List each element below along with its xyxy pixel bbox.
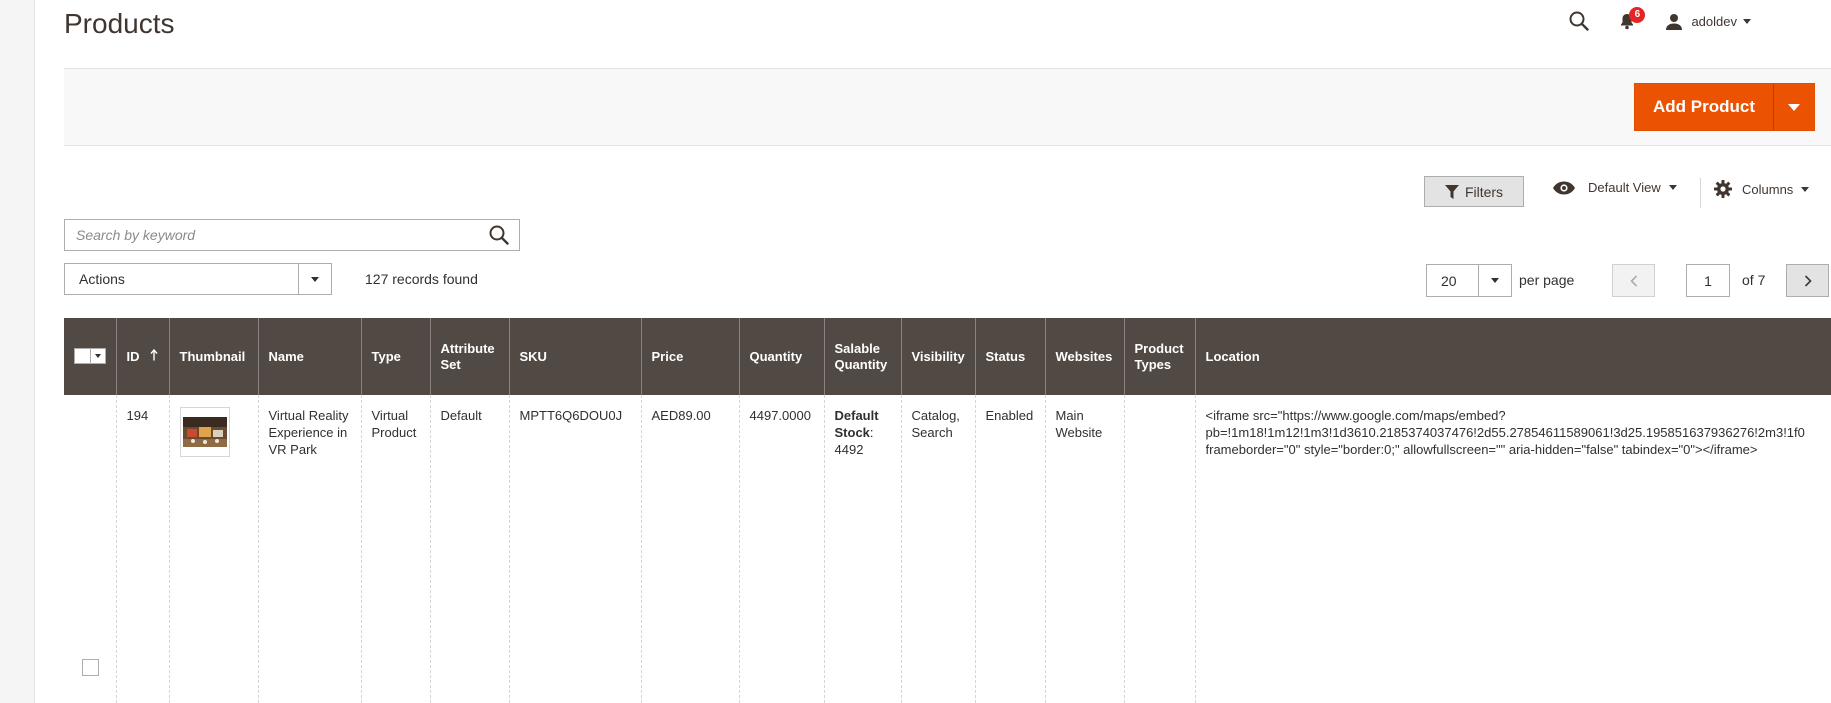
- notifications-button[interactable]: 6: [1619, 6, 1646, 30]
- location-line: <iframe src="https://www.google.com/maps…: [1205, 408, 1506, 423]
- chevron-down-icon: [311, 276, 319, 282]
- cell-id: 194: [115, 395, 169, 703]
- sort-ascending-icon: [149, 348, 158, 360]
- records-found-count: 127 records found: [365, 271, 478, 287]
- cell-location: <iframe src="https://www.google.com/maps…: [1194, 395, 1831, 703]
- dropdown-arrow: [1478, 265, 1511, 296]
- mass-select-control[interactable]: [74, 347, 106, 364]
- cell-visibility: Catalog, Search: [900, 395, 975, 703]
- cell-price: AED89.00: [640, 395, 739, 703]
- add-product-button[interactable]: Add Product: [1635, 84, 1773, 130]
- add-product-type-toggle[interactable]: [1773, 84, 1814, 130]
- product-thumbnail[interactable]: [179, 407, 230, 457]
- columns-dropdown[interactable]: Columns: [1714, 180, 1810, 198]
- cell-salable-quantity: Default Stock: 4492: [823, 395, 901, 703]
- user-menu-button[interactable]: adoldev: [1665, 13, 1751, 30]
- notifications-count-badge: 6: [1629, 6, 1646, 23]
- chevron-left-icon: [1629, 274, 1637, 287]
- salable-stock-label: Default Stock: [834, 408, 879, 440]
- salable-stock-value: 4492: [834, 442, 864, 457]
- column-header-status[interactable]: Status: [974, 318, 1045, 395]
- per-page-label: per page: [1519, 272, 1575, 288]
- cell-quantity: 4497.0000: [738, 395, 824, 703]
- select-all-header: [64, 318, 116, 395]
- search-icon: [489, 225, 509, 245]
- eye-icon: [1553, 181, 1575, 194]
- dropdown-arrow: [298, 264, 331, 294]
- table-header-row: ID Thumbnail Name Type Attribute Set SKU…: [64, 318, 1831, 395]
- page-title: Products: [64, 8, 175, 39]
- add-product-split-button: Add Product: [1634, 83, 1815, 131]
- column-header-product-types[interactable]: Product Types: [1123, 318, 1195, 395]
- global-search-button[interactable]: [1569, 11, 1590, 31]
- filter-icon: [1444, 184, 1459, 199]
- chevron-down-icon: [1801, 186, 1810, 192]
- per-page-value: 20: [1441, 272, 1457, 289]
- column-header-quantity[interactable]: Quantity: [738, 318, 824, 395]
- chevron-down-icon: [1788, 103, 1800, 111]
- cell-attribute-set: Default: [429, 395, 509, 703]
- column-header-attribute-set[interactable]: Attribute Set: [429, 318, 509, 395]
- column-header-thumbnail[interactable]: Thumbnail: [168, 318, 258, 395]
- filters-button[interactable]: Filters: [1424, 176, 1524, 207]
- username-label: adoldev: [1691, 13, 1737, 29]
- column-header-salable-quantity[interactable]: Salable Quantity: [823, 318, 901, 395]
- user-icon: [1666, 13, 1683, 30]
- gear-icon: [1714, 180, 1732, 198]
- column-header-price[interactable]: Price: [640, 318, 739, 395]
- chevron-down-icon: [95, 353, 101, 358]
- select-all-checkbox[interactable]: [75, 349, 90, 362]
- current-page-input[interactable]: [1686, 264, 1730, 297]
- column-header-sku[interactable]: SKU: [508, 318, 641, 395]
- column-header-label: ID: [126, 348, 140, 364]
- total-pages-label: of 7: [1742, 272, 1766, 288]
- default-view-label: Default View: [1588, 180, 1661, 195]
- cell-websites: Main Website: [1044, 395, 1124, 703]
- cell-type: Virtual Product: [360, 395, 430, 703]
- search-input[interactable]: [65, 220, 479, 250]
- mass-actions-label: Actions: [79, 271, 125, 287]
- per-page-select[interactable]: 20: [1426, 264, 1512, 297]
- search-submit-button[interactable]: [479, 225, 519, 245]
- column-header-location[interactable]: Location: [1194, 318, 1831, 395]
- row-checkbox[interactable]: [82, 659, 99, 676]
- toolbar-divider: [1700, 178, 1701, 208]
- admin-side-rail: [0, 0, 35, 703]
- table-row[interactable]: 194 Virtual Reality Experience in VR Par…: [64, 395, 1831, 703]
- product-image: [182, 417, 227, 447]
- columns-label: Columns: [1742, 181, 1794, 197]
- chevron-right-icon: [1804, 274, 1812, 287]
- default-view-dropdown[interactable]: Default View: [1552, 180, 1677, 195]
- products-grid: ID Thumbnail Name Type Attribute Set SKU…: [64, 318, 1831, 703]
- location-line: pb=!1m18!1m12!1m3!1d3610.2185374037476!2…: [1205, 425, 1805, 440]
- page-actions-bar: Add Product: [64, 68, 1831, 146]
- mass-actions-dropdown[interactable]: Actions: [64, 263, 332, 295]
- search-icon: [1569, 11, 1590, 31]
- column-header-id[interactable]: ID: [115, 318, 169, 395]
- cell-status: Enabled: [974, 395, 1045, 703]
- row-select-cell: [64, 395, 116, 703]
- cell-product-types: [1123, 395, 1195, 703]
- column-header-websites[interactable]: Websites: [1044, 318, 1124, 395]
- cell-sku: MPTT6Q6DOU0J: [508, 395, 641, 703]
- column-header-type[interactable]: Type: [360, 318, 430, 395]
- next-page-button[interactable]: [1786, 264, 1829, 297]
- mass-select-dropdown[interactable]: [90, 348, 105, 363]
- column-header-visibility[interactable]: Visibility: [900, 318, 975, 395]
- filters-label: Filters: [1464, 183, 1504, 200]
- keyword-search: [64, 219, 520, 251]
- header-actions: 6 adoldev: [1569, 6, 1751, 34]
- chevron-down-icon: [1491, 278, 1499, 283]
- cell-name: Virtual Reality Experience in VR Park: [257, 395, 361, 703]
- cell-thumbnail: [168, 395, 258, 703]
- column-header-name[interactable]: Name: [257, 318, 361, 395]
- location-line: frameborder="0" style="border:0;" allowf…: [1205, 442, 1758, 457]
- chevron-down-icon: [1668, 185, 1677, 190]
- previous-page-button[interactable]: [1612, 264, 1655, 297]
- products-table: ID Thumbnail Name Type Attribute Set SKU…: [64, 318, 1831, 703]
- chevron-down-icon: [1743, 18, 1751, 24]
